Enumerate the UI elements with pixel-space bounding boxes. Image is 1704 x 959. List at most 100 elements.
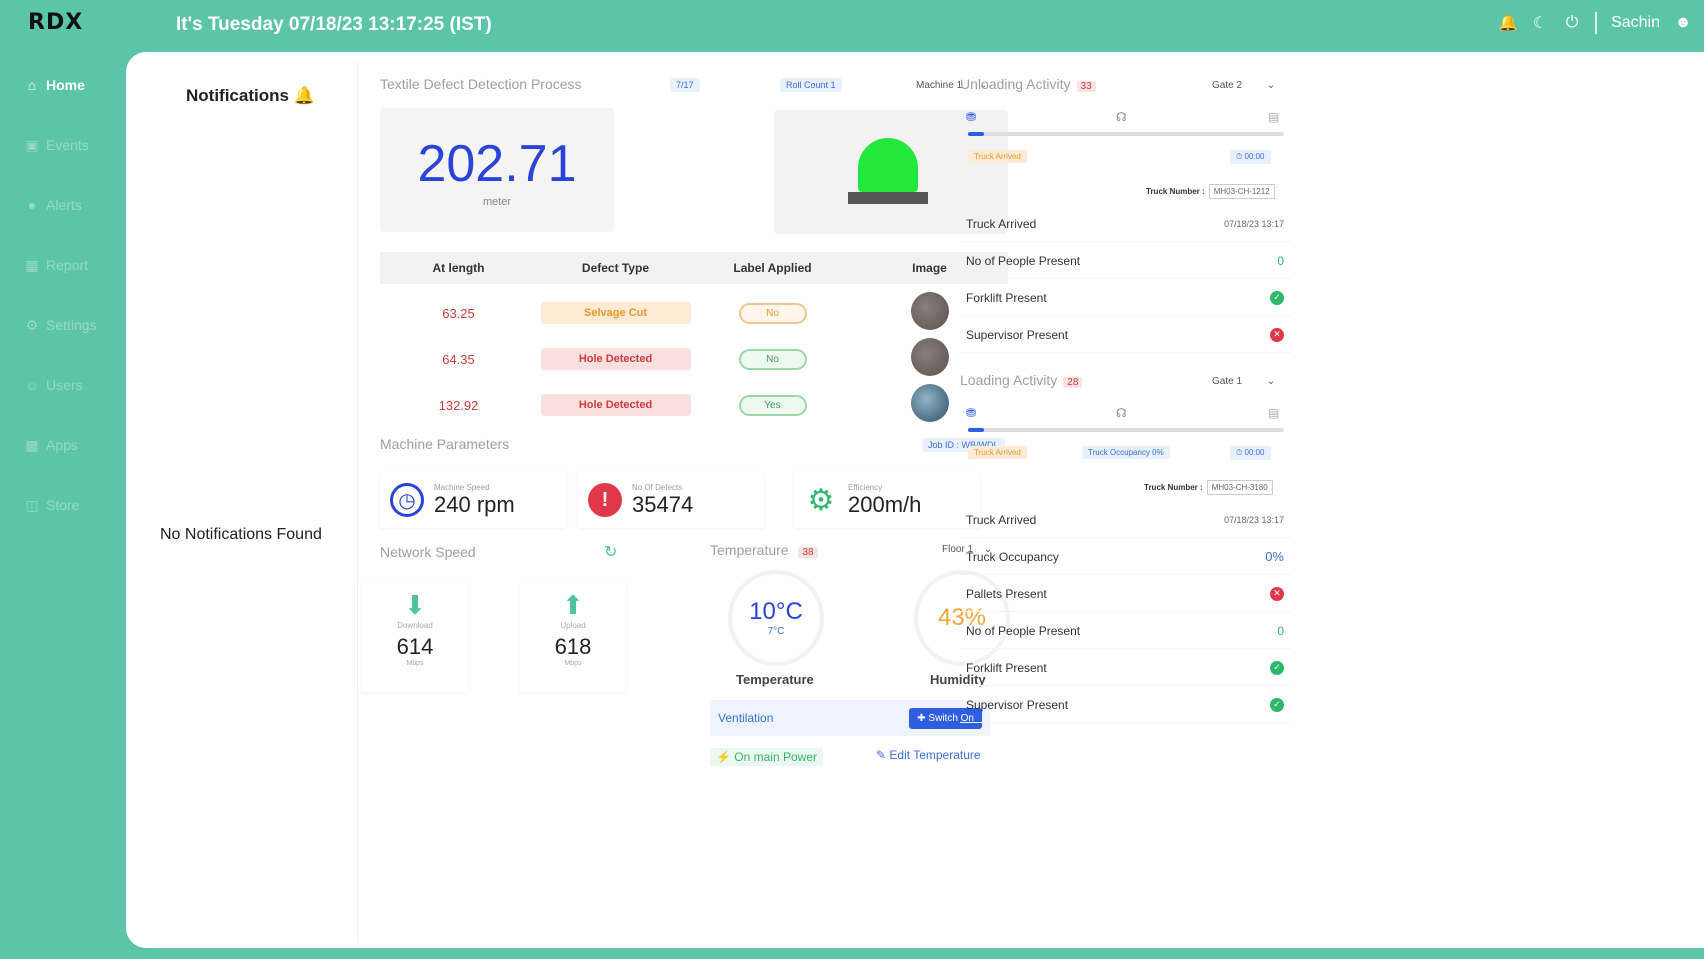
meter-card: 202.71 meter — [380, 108, 614, 232]
length-cell: 64.35 — [442, 351, 475, 367]
table-row[interactable]: 63.25 Selvage Cut No — [380, 290, 1008, 336]
users-icon: ☺ — [24, 377, 40, 393]
temperature-title: Temperature 38 — [710, 542, 818, 558]
loading-timer-tag: ⏱ 00:00 — [1230, 446, 1271, 460]
row-label: No of People Present — [966, 623, 1081, 638]
timer-value: 00:00 — [1244, 152, 1265, 161]
chevron-down-icon: ⌄ — [1266, 376, 1276, 387]
unloading-title-text: Unloading Activity — [960, 76, 1071, 92]
loading-truck-arrived-row: Truck Arrived 07/18/23 13:17 — [960, 502, 1290, 538]
defect-type-badge: Hole Detected — [540, 394, 691, 416]
main-power-label: On main Power — [734, 750, 817, 764]
sidebar-item-alerts[interactable]: ● Alerts — [0, 188, 126, 222]
top-bar: RDX It's Tuesday 07/18/23 13:17:25 (IST)… — [0, 0, 1704, 52]
sidebar-item-label: Events — [46, 137, 89, 153]
defect-image-thumbnail[interactable] — [910, 291, 949, 330]
gate-select-loading[interactable]: Gate 1 ⌄ — [1212, 376, 1275, 387]
truck-icon: ⛃ — [966, 406, 977, 420]
apps-icon: ▩ — [25, 436, 39, 453]
refresh-icon[interactable]: ↻ — [604, 542, 617, 562]
monitor-icon: ▣ — [25, 136, 39, 153]
alert-icon: ● — [27, 197, 37, 213]
truck-number-unloading: Truck Number : MH03-CH-1212 — [1146, 184, 1275, 199]
column-header: Label Applied — [733, 261, 812, 275]
store-icon: ◫ — [25, 496, 39, 513]
machine-speed-value: 240 rpm — [434, 491, 515, 517]
moon-icon[interactable]: ☾ — [1531, 14, 1549, 32]
unloading-activity-title: Unloading Activity 33 — [960, 76, 1096, 92]
sidebar-item-label: Alerts — [46, 197, 82, 213]
loading-alert-badge: 28 — [1063, 377, 1083, 388]
truck-number-value: MH03-CH-1212 — [1208, 184, 1275, 199]
row-value: 0 — [1277, 253, 1284, 268]
date-chip[interactable]: 7/17 — [670, 78, 700, 92]
defect-type-badge: Selvage Cut — [540, 302, 691, 324]
plug-icon: ⚡ — [716, 750, 731, 764]
unloading-truck-arrived-row: Truck Arrived 07/18/23 13:17 — [960, 206, 1290, 242]
clock-icon: ◷ — [390, 483, 424, 517]
timer-value: 00:00 — [1244, 448, 1265, 457]
beacon-base — [848, 192, 928, 204]
label-applied-pill: Yes — [738, 394, 807, 416]
defect-type-badge: Hole Detected — [540, 348, 691, 370]
upload-label: Upload — [560, 621, 586, 630]
row-label: Pallets Present — [966, 586, 1047, 601]
power-icon[interactable]: ⏻ — [1563, 14, 1581, 32]
unloading-people-row: No of People Present 0 — [960, 243, 1290, 279]
sidebar-item-settings[interactable]: ⚙ Settings — [0, 308, 126, 342]
loading-progress-bar — [968, 428, 1284, 432]
truck-number-label: Truck Number : — [1146, 187, 1205, 196]
roll-count-chip[interactable]: Roll Count 1 — [780, 78, 842, 92]
row-label: Supervisor Present — [966, 697, 1069, 712]
machine-parameters-title: Machine Parameters — [380, 436, 510, 452]
loading-occupancy-row: Truck Occupancy 0% — [960, 539, 1290, 575]
cross-icon: ✕ — [1270, 327, 1284, 342]
label-applied-pill: No — [738, 302, 807, 324]
bell-icon[interactable]: 🔔 — [1498, 14, 1518, 32]
sidebar-item-apps[interactable]: ▩ Apps — [0, 428, 126, 462]
truck-arrived-tag: Truck Arrived — [968, 150, 1027, 163]
main-content: Notifications 🔔 No Notifications Found T… — [126, 52, 1704, 948]
download-speed-card: ⬇ Download 614 Mbps — [362, 582, 468, 692]
sidebar-item-events[interactable]: ▣ Events — [0, 128, 126, 162]
defect-image-thumbnail[interactable] — [910, 383, 949, 422]
progress-fill — [968, 428, 984, 432]
temperature-value: 10°C — [749, 598, 803, 625]
truck-number-loading: Truck Number : MH03-CH-3180 — [1144, 480, 1273, 495]
timer-icon: ⏱ — [1236, 448, 1243, 457]
upload-value: 618 — [554, 634, 592, 659]
meter-value: 202.71 — [417, 135, 577, 193]
sidebar-item-home[interactable]: ⌂ Home — [0, 68, 126, 102]
cross-icon: ✕ — [1270, 586, 1284, 601]
table-row[interactable]: 64.35 Hole Detected No — [380, 336, 1008, 382]
document-icon: ▤ — [1268, 110, 1280, 124]
temperature-title-text: Temperature — [710, 542, 789, 558]
unloading-alert-badge: 33 — [1076, 81, 1096, 92]
check-icon: ✓ — [1270, 697, 1284, 712]
efficiency-label: Efficiency — [848, 482, 883, 492]
sidebar-item-label: Apps — [46, 437, 78, 453]
row-label: No of People Present — [966, 253, 1081, 268]
rdx-logo[interactable]: RDX — [28, 10, 83, 35]
report-icon: ▦ — [25, 256, 39, 273]
loading-supervisor-row: Supervisor Present ✓ — [960, 687, 1290, 723]
edit-temperature-button[interactable]: ✎ Edit Temperature — [876, 748, 981, 762]
datetime-display: It's Tuesday 07/18/23 13:17:25 (IST) — [176, 14, 492, 35]
defects-count-label: No Of Defects — [632, 482, 683, 492]
sidebar-item-label: Users — [46, 377, 83, 393]
notifications-title-text: Notifications — [186, 86, 289, 105]
loading-title-text: Loading Activity — [960, 372, 1058, 388]
user-avatar-icon[interactable]: ☻ — [1674, 14, 1692, 32]
user-name[interactable]: Sachin — [1611, 14, 1660, 32]
ventilation-row: Ventilation ✚ Switch On — [710, 700, 990, 736]
defects-count-card: ! No Of Defects 35474 — [578, 472, 764, 528]
sidebar-item-store[interactable]: ◫ Store — [0, 488, 126, 522]
row-label: Forklift Present — [966, 660, 1047, 675]
defect-image-thumbnail[interactable] — [910, 337, 949, 376]
sidebar-item-report[interactable]: ▦ Report — [0, 248, 126, 282]
download-unit: Mbps — [406, 660, 424, 667]
table-row[interactable]: 132.92 Hole Detected Yes — [380, 382, 1008, 428]
row-value: 07/18/23 13:17 — [1223, 218, 1284, 229]
gate-select-unloading[interactable]: Gate 2 ⌄ — [1212, 80, 1275, 91]
sidebar-item-users[interactable]: ☺ Users — [0, 368, 126, 402]
